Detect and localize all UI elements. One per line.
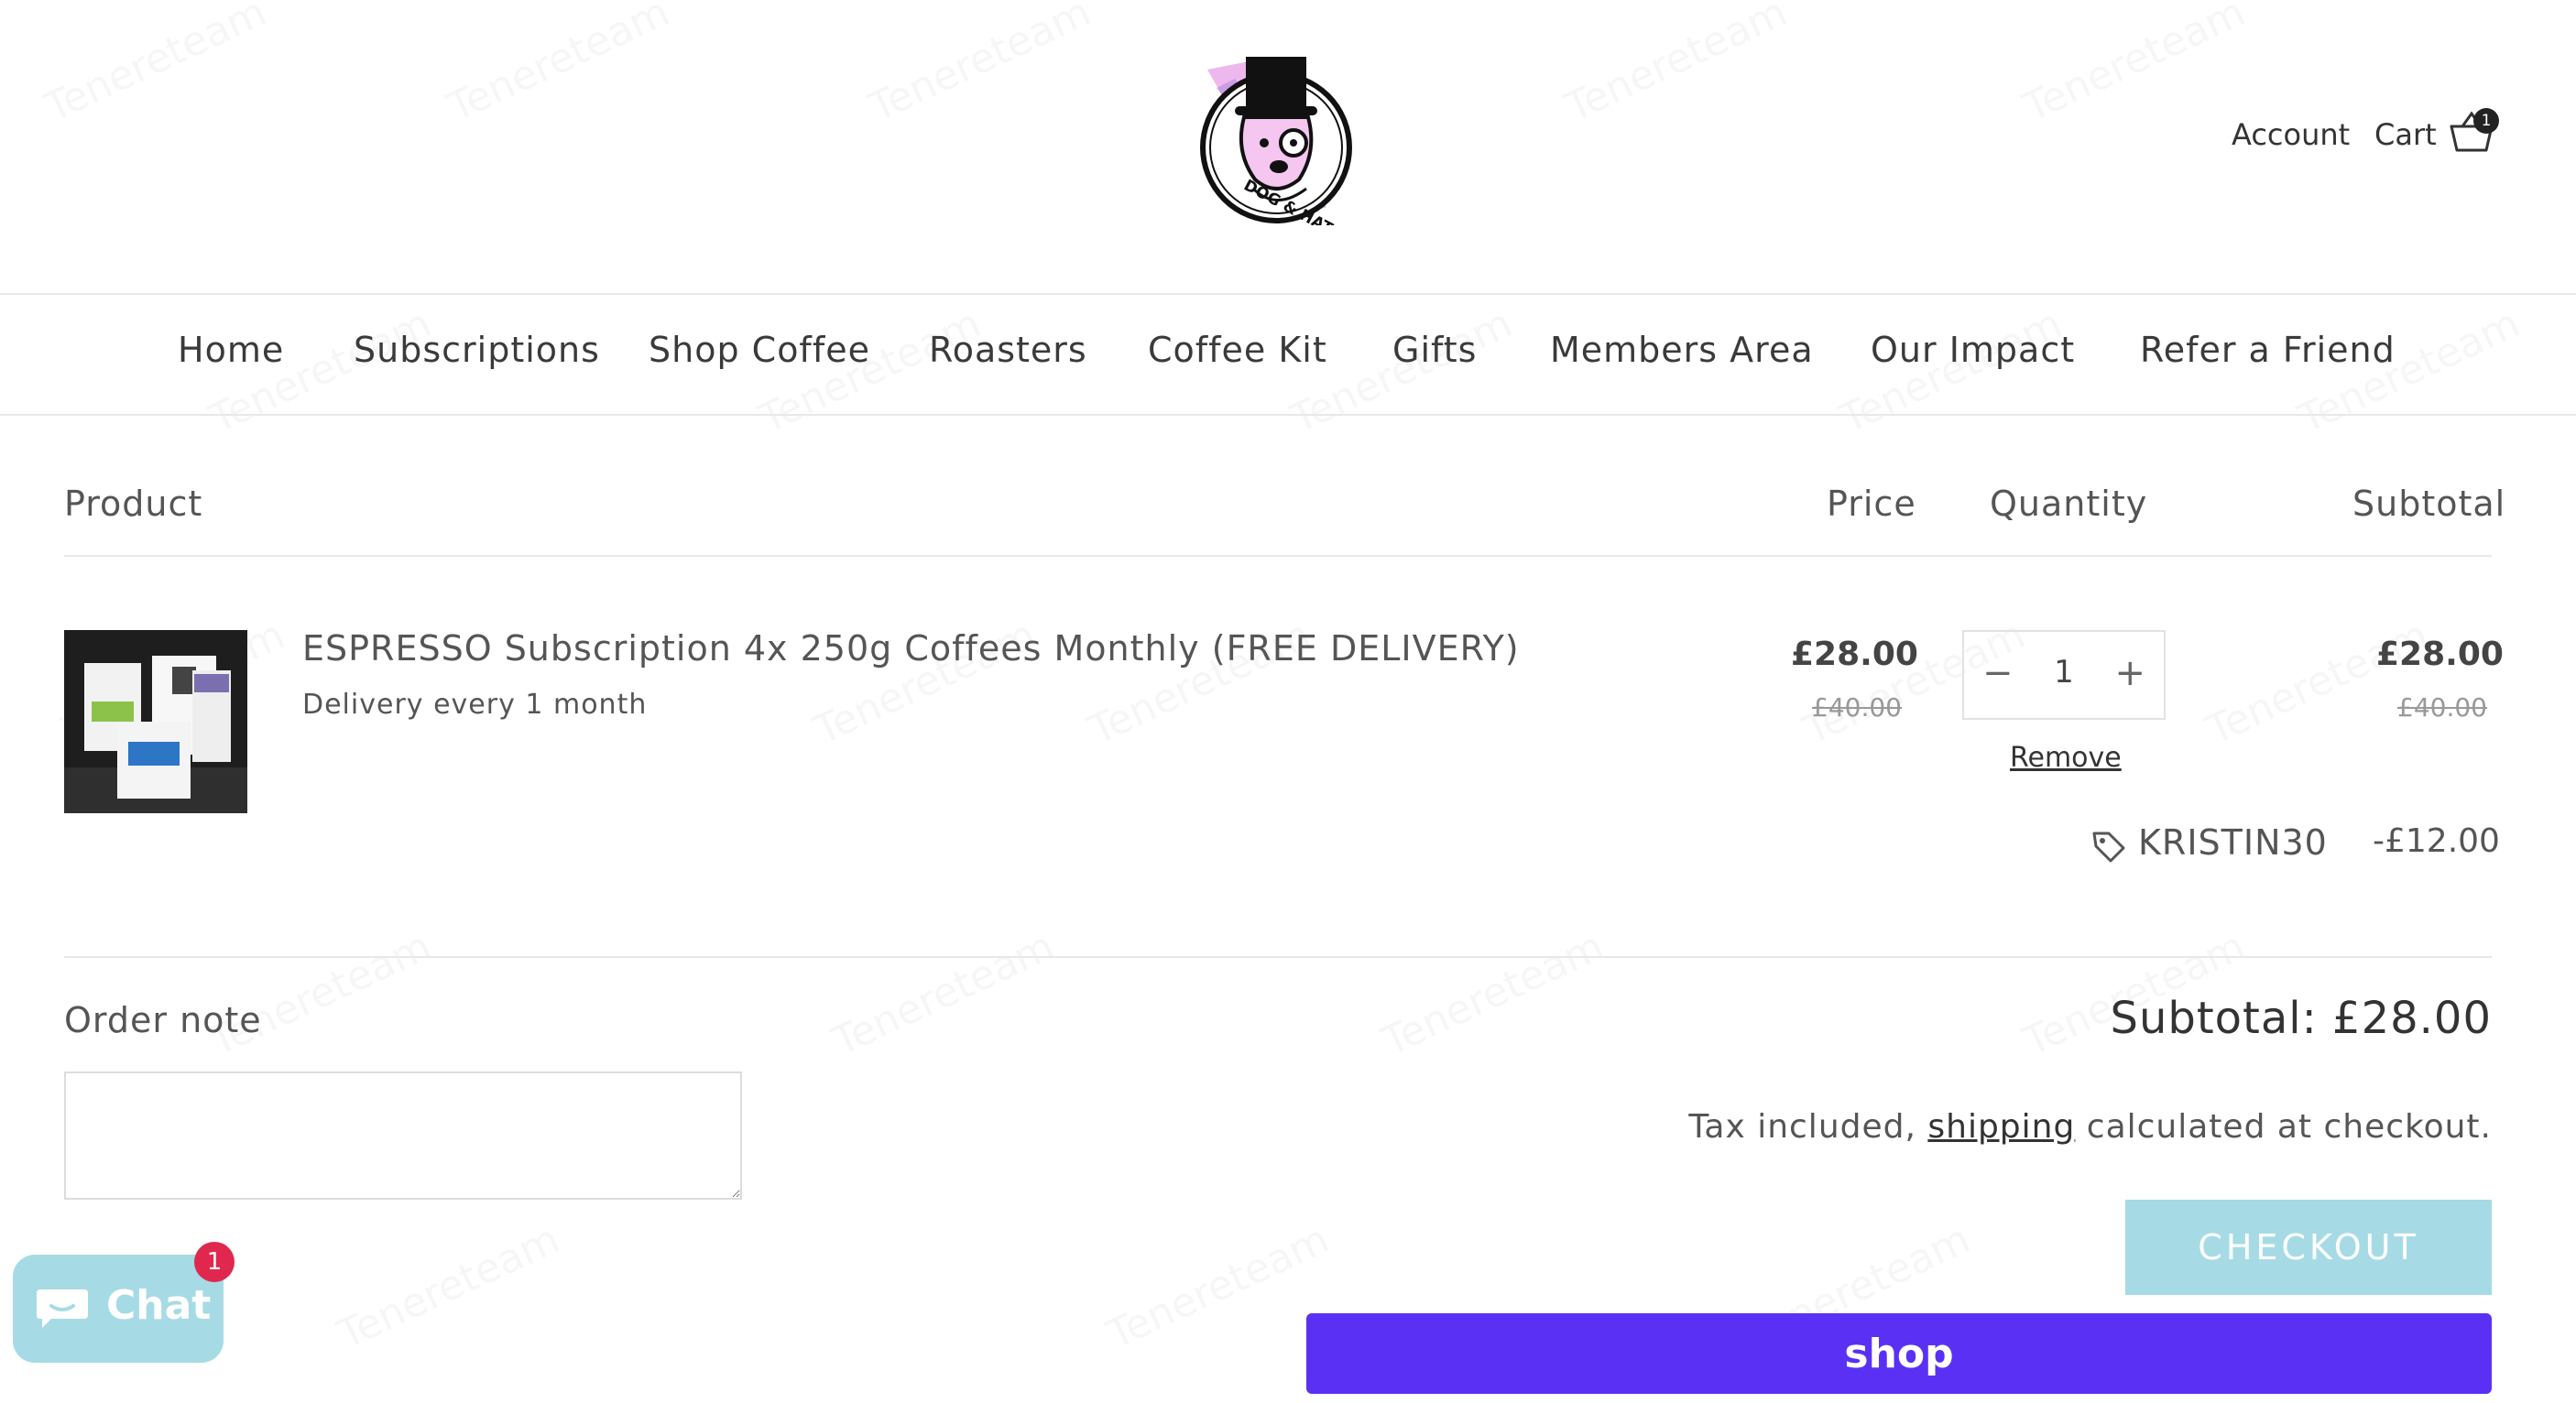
column-header-quantity: Quantity [1990, 484, 2148, 524]
nav-item-coffee-kit[interactable]: Coffee Kit [1148, 330, 1327, 370]
remove-item-link[interactable]: Remove [2010, 742, 2122, 774]
cart-link[interactable]: Cart [2374, 117, 2437, 152]
unit-compare-price: £40.00 [1812, 692, 1902, 723]
nav-item-members-area[interactable]: Members Area [1550, 330, 1814, 370]
discount-code: KRISTIN30 [2138, 822, 2328, 863]
quantity-stepper[interactable]: − 1 + [1962, 630, 2166, 720]
line-compare-subtotal: £40.00 [2397, 692, 2487, 723]
chat-unread-badge: 1 [194, 1242, 235, 1282]
discount-amount: -£12.00 [2373, 822, 2500, 860]
column-header-subtotal: Subtotal [2352, 484, 2506, 524]
divider [64, 956, 2492, 958]
column-header-product: Product [64, 484, 203, 524]
delivery-frequency: Delivery every 1 month [302, 689, 648, 721]
nav-item-home[interactable]: Home [178, 330, 284, 370]
shop-pay-button[interactable]: shop [1306, 1313, 2492, 1394]
nav-item-our-impact[interactable]: Our Impact [1871, 330, 2075, 370]
checkout-button[interactable]: CHECKOUT [2125, 1200, 2492, 1295]
account-link[interactable]: Account [2232, 117, 2350, 152]
nav-item-gifts[interactable]: Gifts [1392, 330, 1477, 370]
unit-price: £28.00 [1791, 636, 1918, 673]
chat-label: Chat [106, 1282, 212, 1329]
product-title[interactable]: ESPRESSO Subscription 4x 250g Coffees Mo… [302, 628, 1520, 669]
cart-subtotal: Subtotal: £28.00 [2110, 993, 2492, 1044]
divider [64, 555, 2492, 557]
tax-note-text-end: calculated at checkout. [2075, 1108, 2492, 1146]
chat-bubble-icon [37, 1289, 88, 1328]
cart-count-badge: 1 [2473, 108, 2499, 134]
nav-item-subscriptions[interactable]: Subscriptions [354, 330, 600, 370]
nav-item-roasters[interactable]: Roasters [929, 330, 1087, 370]
site-header: DOG & HAT Account Cart 1 [0, 0, 2576, 295]
tax-note-text: Tax included, [1688, 1108, 1928, 1146]
quantity-increase-button[interactable]: + [2114, 652, 2145, 694]
nav-item-refer-a-friend[interactable]: Refer a Friend [2140, 330, 2396, 370]
nav-item-shop-coffee[interactable]: Shop Coffee [649, 330, 870, 370]
order-note-label: Order note [64, 1000, 262, 1040]
main-navigation: Home Subscriptions Shop Coffee Roasters … [0, 295, 2576, 416]
discount-tag-icon [2092, 832, 2125, 863]
tax-shipping-note: Tax included, shipping calculated at che… [1688, 1108, 2492, 1146]
product-thumbnail[interactable] [64, 630, 247, 813]
chat-launcher-button[interactable]: Chat [13, 1255, 224, 1363]
line-subtotal: £28.00 [2376, 636, 2504, 673]
order-note-textarea[interactable] [64, 1071, 742, 1200]
shipping-link[interactable]: shipping [1927, 1108, 2075, 1146]
column-header-price: Price [1827, 484, 1916, 524]
dog-and-hat-logo[interactable]: DOG & HAT [1198, 51, 1354, 225]
